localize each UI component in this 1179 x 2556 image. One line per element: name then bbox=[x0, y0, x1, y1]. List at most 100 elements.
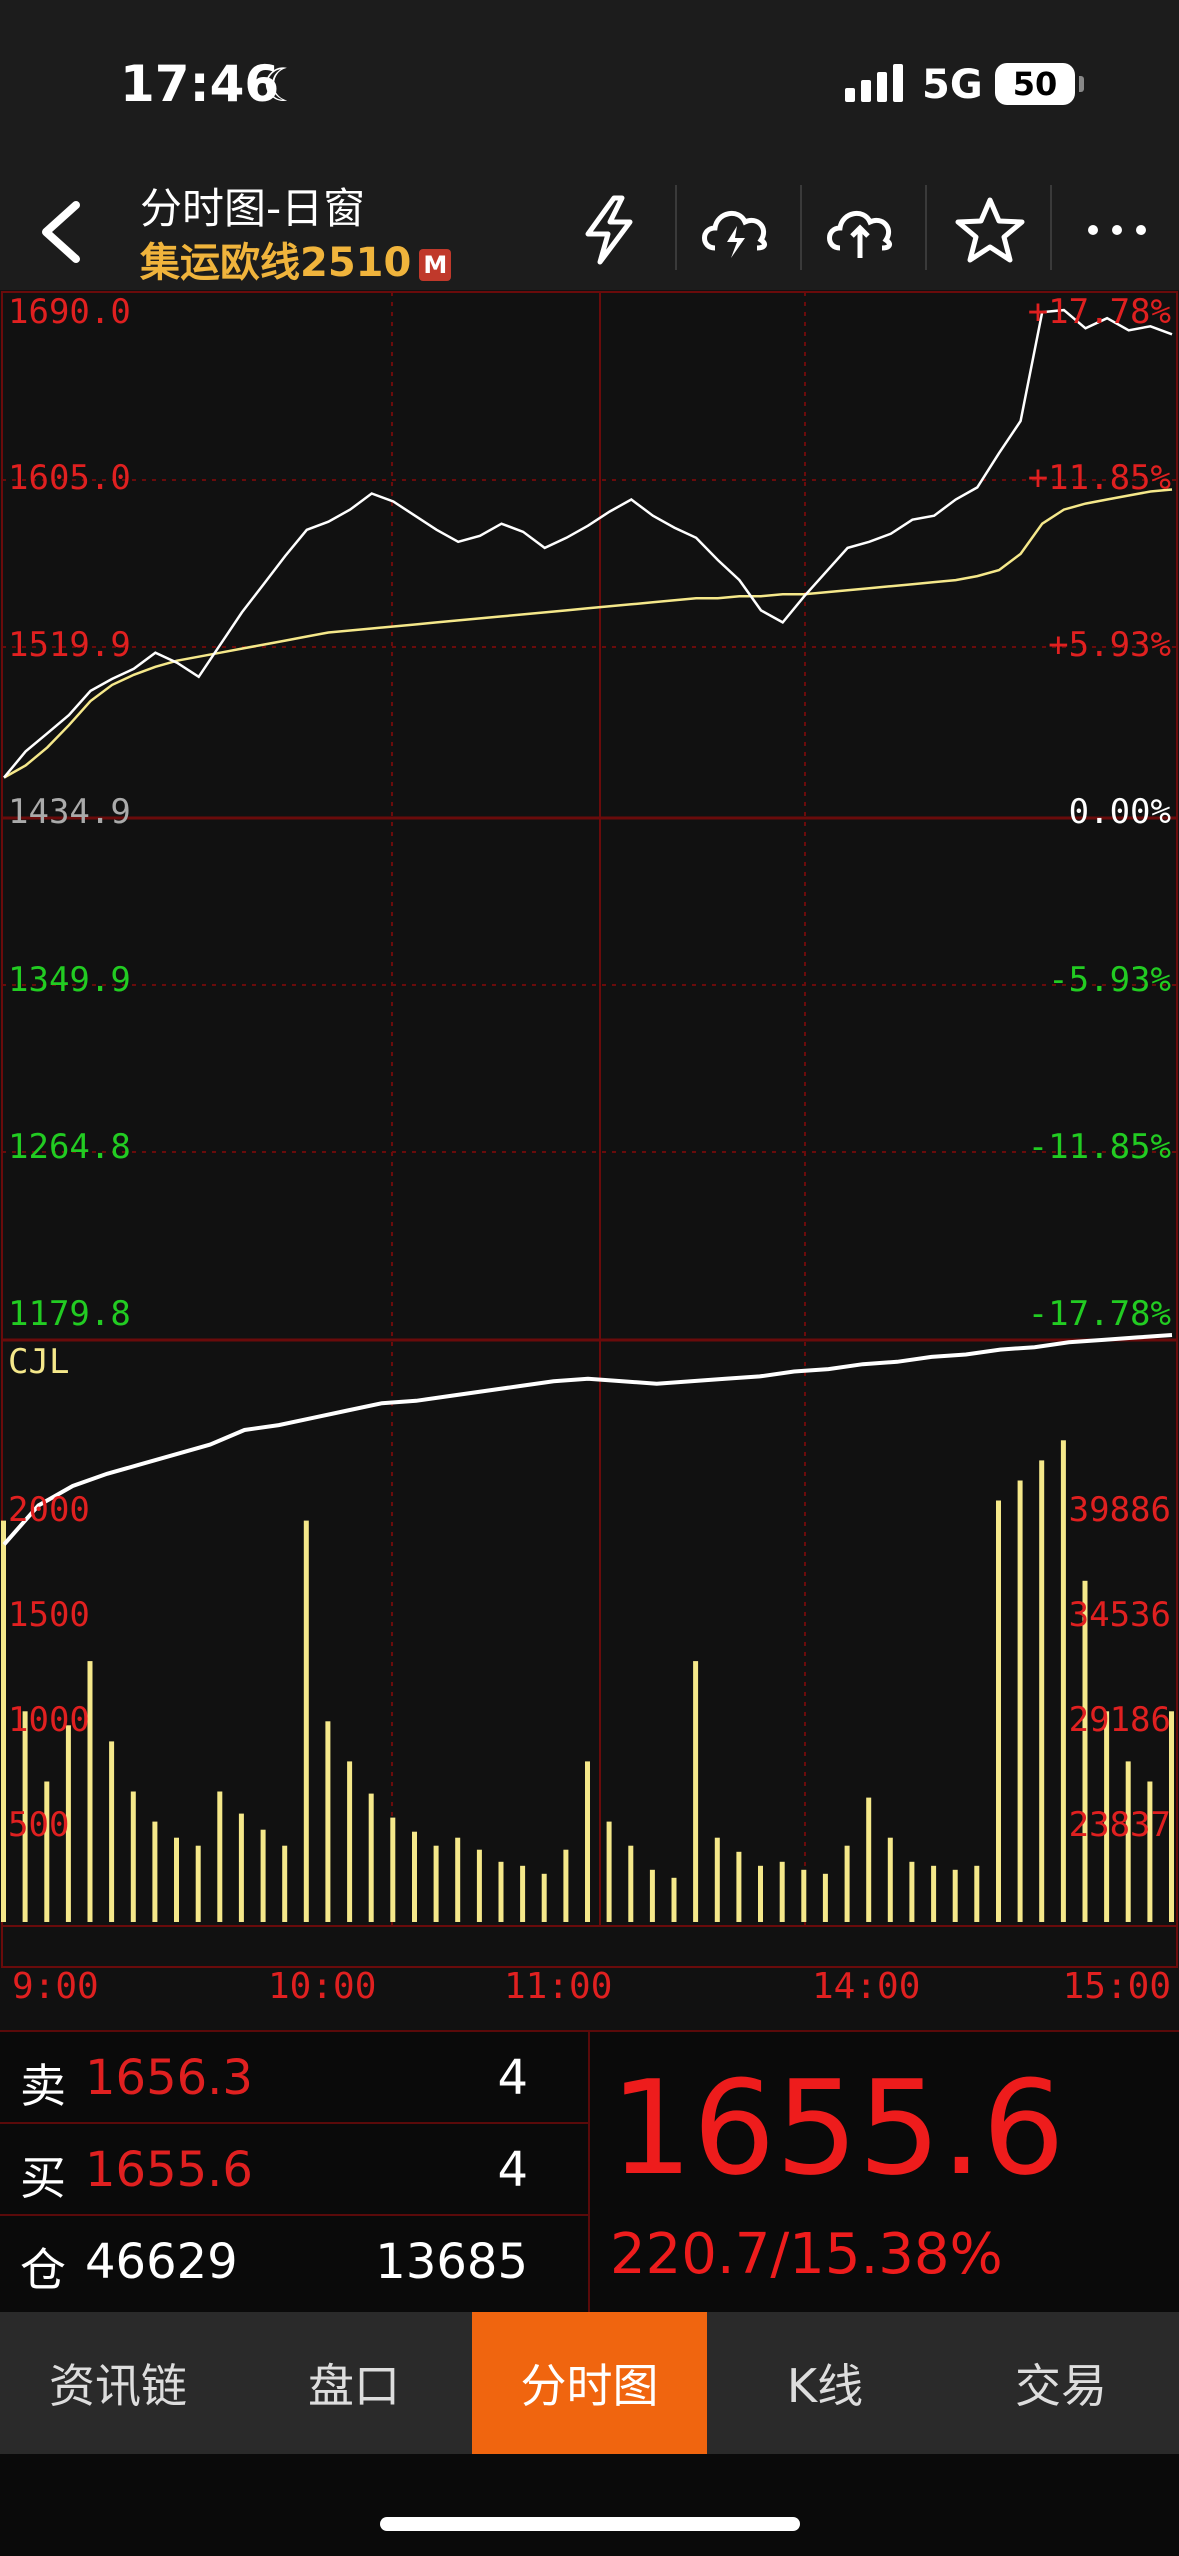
focus-moon-icon: ☾ bbox=[262, 58, 304, 112]
volume-bar bbox=[779, 1861, 785, 1922]
volume-bar bbox=[606, 1821, 612, 1922]
price-axis-label: 1519.9 bbox=[8, 625, 131, 665]
time-axis-label: 11:00 bbox=[504, 1966, 613, 2007]
battery-cap bbox=[1079, 76, 1084, 92]
pct-axis-label: +11.85% bbox=[1027, 458, 1171, 498]
volume-bar bbox=[649, 1869, 655, 1922]
oi-axis-label: 29186 bbox=[1068, 1700, 1171, 1740]
volume-bar bbox=[887, 1837, 893, 1922]
volume-bar bbox=[476, 1849, 482, 1922]
bid-volume: 4 bbox=[497, 2142, 528, 2198]
app-header: 分时图-日窗 集运欧线2510 M bbox=[0, 175, 1179, 290]
back-arrow-icon[interactable] bbox=[28, 197, 98, 267]
cloud-lightning-icon[interactable] bbox=[690, 185, 780, 275]
volume-bar bbox=[801, 1869, 807, 1922]
bid-price: 1655.6 bbox=[85, 2142, 253, 2198]
ask-row[interactable]: 卖 1656.3 4 bbox=[0, 2032, 588, 2124]
ask-volume: 4 bbox=[497, 2050, 528, 2106]
price-change: 220.7/15.38% bbox=[610, 2222, 1003, 2287]
tab-kline[interactable]: K线 bbox=[707, 2312, 943, 2454]
volume-bar bbox=[693, 1661, 699, 1922]
oi-value: 46629 bbox=[85, 2234, 238, 2290]
bottom-tab-bar: 资讯链 盘口 分时图 K线 交易 bbox=[0, 2312, 1179, 2454]
volume-bar bbox=[152, 1821, 158, 1922]
pct-axis-label: -5.93% bbox=[1048, 960, 1171, 1000]
volume-bar bbox=[44, 1781, 50, 1922]
volume-bar bbox=[498, 1861, 504, 1922]
quote-panel: 卖 1656.3 4 买 1655.6 4 仓 46629 13685 1655… bbox=[0, 2030, 1179, 2314]
price-axis-label: 1690.0 bbox=[8, 292, 131, 332]
volume-axis-label: 1000 bbox=[8, 1700, 90, 1740]
status-bar: 17:46 ☾ 5G 50 bbox=[0, 0, 1179, 175]
volume-bars bbox=[1, 1440, 1174, 1922]
tab-news-chain[interactable]: 资讯链 bbox=[0, 2312, 236, 2454]
tab-trade[interactable]: 交易 bbox=[943, 2312, 1179, 2454]
volume-indicator-label: CJL bbox=[8, 1342, 70, 1382]
cloud-upload-icon[interactable] bbox=[815, 185, 905, 275]
tab-intraday[interactable]: 分时图 bbox=[472, 2312, 707, 2454]
header-divider bbox=[800, 185, 802, 270]
volume-bar bbox=[585, 1761, 590, 1922]
volume-bar bbox=[195, 1845, 201, 1922]
time-axis-label: 14:00 bbox=[812, 1966, 921, 2007]
star-favorite-icon[interactable] bbox=[945, 185, 1035, 275]
cellular-signal-icon bbox=[845, 64, 909, 102]
price-line bbox=[3, 308, 1173, 779]
header-divider bbox=[675, 185, 677, 270]
volume-bar bbox=[931, 1865, 937, 1922]
volume-bar bbox=[844, 1845, 850, 1922]
volume-bar bbox=[282, 1845, 288, 1922]
volume-bar bbox=[909, 1861, 915, 1922]
bid-row[interactable]: 买 1655.6 4 bbox=[0, 2124, 588, 2216]
volume-bar bbox=[671, 1877, 677, 1922]
lightning-icon[interactable] bbox=[565, 185, 655, 275]
intraday-chart[interactable]: 1690.0 1605.0 1519.9 1434.9 1349.9 1264.… bbox=[0, 290, 1179, 2030]
home-indicator[interactable] bbox=[380, 2517, 800, 2531]
volume-bar bbox=[758, 1865, 763, 1922]
volume-bar bbox=[390, 1817, 396, 1922]
ask-price: 1656.3 bbox=[85, 2050, 253, 2106]
volume-bar bbox=[217, 1791, 223, 1922]
volume-bar bbox=[1039, 1460, 1045, 1922]
volume-bar bbox=[368, 1793, 374, 1922]
volume-bar bbox=[433, 1845, 439, 1922]
volume-bar bbox=[628, 1845, 634, 1922]
price-axis-label: 1349.9 bbox=[8, 960, 131, 1000]
tab-order-book[interactable]: 盘口 bbox=[236, 2312, 472, 2454]
volume-bar bbox=[974, 1865, 980, 1922]
volume-bar bbox=[109, 1741, 115, 1922]
main-contract-badge: M bbox=[419, 249, 452, 281]
volume-bar bbox=[541, 1873, 547, 1922]
volume-bar bbox=[1060, 1440, 1066, 1922]
oi-axis-label: 34536 bbox=[1068, 1595, 1171, 1635]
status-time: 17:46 bbox=[120, 55, 280, 113]
average-price-line bbox=[3, 488, 1173, 779]
price-axis-label: 1434.9 bbox=[8, 792, 131, 832]
oi-label: 仓 bbox=[20, 2243, 66, 2297]
volume-bar bbox=[996, 1500, 1001, 1922]
volume-bar bbox=[325, 1721, 331, 1922]
price-axis-label: 1264.8 bbox=[8, 1127, 131, 1167]
bid-label: 买 bbox=[20, 2151, 66, 2205]
pct-axis-label: 0.00% bbox=[1068, 792, 1171, 832]
open-interest-row: 仓 46629 13685 bbox=[0, 2216, 588, 2306]
volume-bar bbox=[455, 1837, 461, 1922]
volume-bar bbox=[822, 1873, 828, 1922]
pct-axis-label: -17.78% bbox=[1027, 1294, 1171, 1334]
volume-bar bbox=[412, 1831, 417, 1922]
volume-bar bbox=[303, 1520, 309, 1922]
volume-bar bbox=[238, 1813, 244, 1922]
contract-name: 集运欧线2510 M bbox=[140, 230, 452, 288]
volume-bar bbox=[563, 1849, 569, 1922]
network-type: 5G bbox=[922, 62, 983, 108]
volume-bar bbox=[1147, 1781, 1153, 1922]
volume-bar bbox=[520, 1865, 526, 1922]
time-axis-label: 9:00 bbox=[12, 1966, 99, 2007]
time-axis-label: 15:00 bbox=[1062, 1966, 1171, 2007]
volume-axis-label: 500 bbox=[8, 1805, 70, 1845]
pct-axis-label: +5.93% bbox=[1048, 625, 1171, 665]
chart-canvas bbox=[1, 291, 1178, 1968]
page-title: 分时图-日窗 bbox=[140, 184, 366, 233]
volume-bar bbox=[952, 1869, 958, 1922]
more-icon[interactable] bbox=[1072, 185, 1162, 275]
